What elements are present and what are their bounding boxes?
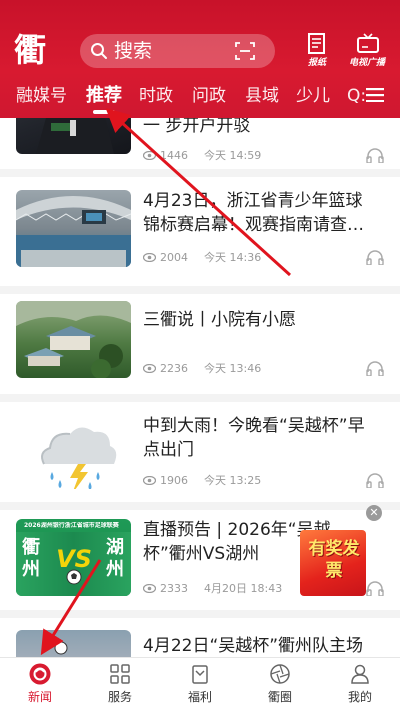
tv-broadcast-label: 电视广播 (348, 58, 385, 68)
nav-services[interactable]: 服务 (80, 658, 160, 711)
views-icon (143, 151, 156, 160)
news-title: 三衢说丨小院有小愿 (143, 310, 296, 330)
tab-rongmeihao[interactable]: 融媒号 (16, 84, 67, 108)
news-meta: 2004 今天 14:36 (143, 251, 261, 265)
news-item[interactable]: 4月23日，浙江省青少年篮球锦标赛启幕！观赛指南请查… 2004 今天 14:36 (0, 177, 400, 287)
aperture-icon (270, 664, 290, 684)
tab-overflow[interactable]: Q: (347, 84, 366, 108)
headphones-icon[interactable] (366, 249, 384, 265)
publish-time: 今天 13:25 (204, 474, 262, 487)
news-thumbnail (16, 190, 131, 267)
news-meta: 1906 今天 13:25 (143, 474, 261, 488)
search-bar[interactable]: 搜索 (80, 34, 275, 68)
soccer-ball-icon (66, 569, 82, 585)
publish-time: 4月20日 18:43 (204, 582, 283, 595)
publish-time: 今天 14:36 (204, 251, 262, 264)
tab-recommend[interactable]: 推荐 (86, 84, 122, 108)
nav-news[interactable]: 新闻 (0, 658, 80, 711)
thumb-banner: 2026湖州银行浙江省城市足球联赛 (24, 522, 119, 529)
view-count: 2236 (160, 362, 188, 375)
news-thumbnail (16, 118, 131, 154)
thumb-team-left: 衢州 (22, 537, 40, 580)
views-icon (143, 364, 156, 373)
channel-tabs: 融媒号 推荐 时政 问政 县域 少儿 Q: (0, 80, 400, 116)
newspaper-label: 报纸 (307, 58, 326, 68)
top-header: 衢 搜索 报纸 电视广播 融媒号 推荐 时政 问政 县域 少儿 Q: (0, 0, 400, 118)
headphones-icon[interactable] (366, 360, 384, 376)
tab-county[interactable]: 县域 (245, 84, 279, 108)
menu-icon[interactable] (366, 88, 384, 102)
grid-icon (110, 664, 130, 684)
floating-ad[interactable]: 有奖发票 (300, 530, 366, 596)
news-item[interactable]: 4月22日“吴越杯”衢州队主场 (0, 618, 400, 658)
nav-welfare-label: 福利 (187, 690, 212, 704)
nav-profile-label: 我的 (347, 690, 372, 704)
headphones-icon[interactable] (366, 147, 384, 163)
headphones-icon[interactable] (366, 580, 384, 596)
news-meta: 2236 今天 13:46 (143, 362, 261, 376)
publish-time: 今天 14:59 (204, 149, 262, 162)
feed-divider (0, 610, 400, 618)
tv-icon (357, 33, 379, 53)
nav-services-label: 服务 (107, 690, 132, 704)
view-count: 1906 (160, 474, 188, 487)
ad-close-button[interactable]: ✕ (366, 505, 382, 521)
newspaper-button[interactable]: 报纸 (292, 32, 342, 72)
tab-politics[interactable]: 时政 (139, 84, 173, 108)
headphones-icon[interactable] (366, 472, 384, 488)
newspaper-icon (308, 33, 325, 54)
search-icon (91, 43, 107, 59)
ad-text: 有奖发票 (308, 539, 360, 581)
publish-time: 今天 13:46 (204, 362, 262, 375)
feed-divider (0, 286, 400, 294)
nav-profile[interactable]: 我的 (320, 658, 400, 711)
news-home-icon (29, 663, 51, 685)
news-thumbnail: 2026湖州银行浙江省城市足球联赛 衢州 VS 湖州 (16, 519, 131, 596)
news-title: 一 步开户开驳 (143, 118, 251, 136)
nav-circle-label: 衢圈 (267, 690, 292, 704)
news-meta: 1446 今天 14:59 (143, 149, 261, 163)
tv-broadcast-button[interactable]: 电视广播 (342, 32, 392, 72)
tab-children[interactable]: 少儿 (296, 84, 330, 108)
view-count: 1446 (160, 149, 188, 162)
views-icon (143, 476, 156, 485)
nav-circle[interactable]: 衢圈 (240, 658, 320, 711)
view-count: 2333 (160, 582, 188, 595)
feed-divider (0, 394, 400, 402)
view-count: 2004 (160, 251, 188, 264)
news-meta: 2333 4月20日 18:43 (143, 582, 282, 596)
news-thumbnail (16, 630, 131, 658)
active-tab-indicator (93, 110, 115, 114)
tab-wenzheng[interactable]: 问政 (192, 84, 226, 108)
search-placeholder: 搜索 (114, 40, 153, 62)
nav-news-label: 新闻 (27, 690, 52, 704)
news-thumbnail (16, 301, 131, 378)
views-icon (143, 584, 156, 593)
thumb-team-right: 湖州 (106, 537, 124, 580)
scan-icon[interactable] (235, 42, 255, 60)
news-item[interactable]: 三衢说丨小院有小愿 2236 今天 13:46 (0, 294, 400, 404)
user-icon (351, 664, 369, 684)
news-title: 4月22日“吴越杯”衢州队主场 (143, 636, 364, 656)
news-item[interactable]: 中到大雨！今晚看“吴越杯”早点出门 1906 今天 13:25 (0, 402, 400, 512)
news-title: 中到大雨！今晚看“吴越杯”早点出门 (143, 416, 365, 460)
news-thumbnail (16, 412, 131, 489)
app-screen: 衢 搜索 报纸 电视广播 融媒号 推荐 时政 问政 县域 少儿 Q: 一 步开户… (0, 0, 400, 711)
bottom-navigation: 新闻 服务 福利 衢圈 我的 (0, 657, 400, 711)
feed-divider (0, 169, 400, 177)
gift-bag-icon (192, 665, 208, 684)
app-logo[interactable]: 衢 (14, 30, 56, 70)
nav-welfare[interactable]: 福利 (160, 658, 240, 711)
news-title: 4月23日，浙江省青少年篮球锦标赛启幕！观赛指南请查… (143, 191, 364, 235)
views-icon (143, 253, 156, 262)
feed-divider (0, 502, 400, 510)
